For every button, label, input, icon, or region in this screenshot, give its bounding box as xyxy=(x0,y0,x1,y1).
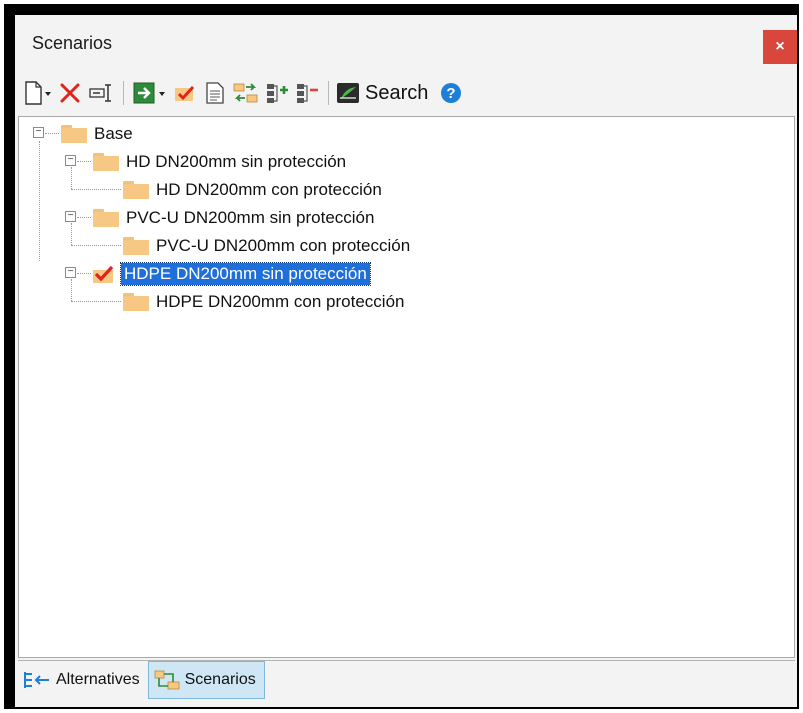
tree-line xyxy=(77,217,91,218)
collapse-toggle[interactable]: − xyxy=(65,267,76,278)
expand-all-icon xyxy=(267,84,288,103)
folder-icon xyxy=(123,181,149,199)
properties-button[interactable] xyxy=(200,78,230,108)
search-icon xyxy=(337,83,359,103)
tree-line xyxy=(71,189,121,190)
expand-all-button[interactable] xyxy=(262,78,292,108)
close-button[interactable]: × xyxy=(763,30,797,64)
tree-node-scenario[interactable]: HDPE DN200mm con protección xyxy=(123,290,407,314)
scenario-tree[interactable]: − − − − Base HD DN200mm sin protección H… xyxy=(18,116,795,658)
tab-alternatives[interactable]: Alternatives xyxy=(18,661,148,699)
tree-line xyxy=(77,273,91,274)
current-scenario-icon xyxy=(93,265,114,283)
folder-icon xyxy=(93,209,119,227)
toolbar: Search ? xyxy=(15,71,797,115)
compare-icon xyxy=(233,83,258,103)
collapse-all-button[interactable] xyxy=(292,78,322,108)
tree-line xyxy=(71,301,121,302)
tree-line xyxy=(71,167,72,189)
tree-line xyxy=(39,141,40,261)
rename-button[interactable] xyxy=(85,78,117,108)
new-button[interactable] xyxy=(21,78,55,108)
collapse-toggle[interactable]: − xyxy=(65,211,76,222)
delete-button[interactable] xyxy=(55,78,85,108)
compute-button[interactable] xyxy=(130,78,170,108)
tree-line xyxy=(71,223,72,245)
svg-text:?: ? xyxy=(447,85,456,102)
tree-node-scenario-current[interactable]: HDPE DN200mm sin protección xyxy=(93,262,371,286)
folder-icon xyxy=(61,125,87,143)
scenarios-icon xyxy=(154,670,179,690)
scenarios-panel: Scenarios × Search ? − − − − Base HD DN2… xyxy=(15,15,797,707)
collapse-all-icon xyxy=(297,84,318,103)
tree-node-label: HDPE DN200mm sin protección xyxy=(120,262,371,286)
help-icon: ? xyxy=(441,83,462,103)
collapse-toggle[interactable]: − xyxy=(33,127,44,138)
folder-icon xyxy=(123,237,149,255)
tree-node-scenario[interactable]: HD DN200mm con protección xyxy=(123,178,385,202)
make-current-icon xyxy=(175,85,195,101)
tree-line xyxy=(71,279,72,301)
tree-node-base[interactable]: Base xyxy=(61,122,136,146)
collapse-toggle[interactable]: − xyxy=(65,155,76,166)
help-button[interactable]: ? xyxy=(434,78,468,108)
panel-title: Scenarios xyxy=(32,33,113,53)
properties-icon xyxy=(206,82,224,104)
tree-line xyxy=(45,133,59,134)
tree-line xyxy=(71,245,121,246)
rename-icon xyxy=(89,84,111,102)
tree-node-label: PVC-U DN200mm sin protección xyxy=(126,208,375,227)
compare-button[interactable] xyxy=(230,78,262,108)
toolbar-separator xyxy=(123,81,124,105)
tab-label: Scenarios xyxy=(184,671,256,688)
title-bar: Scenarios × xyxy=(15,15,797,71)
tab-scenarios[interactable]: Scenarios xyxy=(147,661,265,699)
tree-node-label: HDPE DN200mm con protección xyxy=(156,292,405,311)
tab-strip: Alternatives Scenarios xyxy=(18,660,795,703)
tree-node-scenario[interactable]: PVC-U DN200mm sin protección xyxy=(93,206,377,230)
tree-line xyxy=(77,161,91,162)
tree-node-scenario[interactable]: PVC-U DN200mm con protección xyxy=(123,234,413,258)
alternatives-icon xyxy=(24,672,49,688)
folder-icon xyxy=(123,293,149,311)
search-button[interactable]: Search xyxy=(335,78,434,108)
tree-node-label: HD DN200mm sin protección xyxy=(126,152,347,171)
search-label: Search xyxy=(365,81,429,104)
tree-node-label: Base xyxy=(94,124,133,143)
tree-node-label: PVC-U DN200mm con protección xyxy=(156,236,411,255)
tree-node-label: HD DN200mm con protección xyxy=(156,180,382,199)
delete-icon xyxy=(60,83,80,103)
make-current-button[interactable] xyxy=(170,78,200,108)
new-document-icon xyxy=(25,81,51,105)
compute-icon xyxy=(133,82,165,104)
folder-icon xyxy=(93,153,119,171)
toolbar-separator xyxy=(328,81,329,105)
tab-label: Alternatives xyxy=(56,671,140,688)
tree-node-scenario[interactable]: HD DN200mm sin protección xyxy=(93,150,349,174)
